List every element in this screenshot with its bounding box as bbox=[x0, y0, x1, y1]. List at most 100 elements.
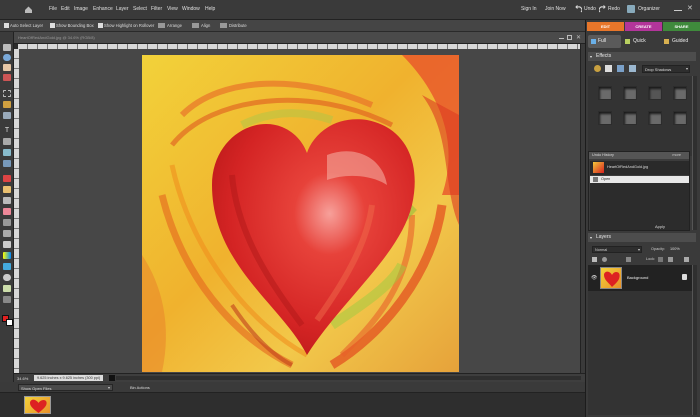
sign-in-link[interactable]: Sign In bbox=[521, 6, 537, 12]
distribute-button[interactable]: Distribute bbox=[220, 23, 247, 28]
layers-scrollbar[interactable] bbox=[692, 265, 697, 415]
menu-file[interactable]: File bbox=[49, 6, 57, 12]
minimize-document-icon[interactable] bbox=[559, 36, 564, 39]
zoom-tool-icon[interactable] bbox=[3, 54, 11, 61]
undo-icon[interactable] bbox=[575, 5, 582, 13]
organizer-icon[interactable] bbox=[627, 5, 635, 13]
paint-bucket-tool-icon[interactable] bbox=[3, 241, 11, 248]
effect-thumbnail[interactable] bbox=[673, 111, 687, 125]
menu-image[interactable]: Image bbox=[74, 6, 88, 12]
close-document-icon[interactable]: ✕ bbox=[576, 34, 581, 41]
effect-thumbnail[interactable] bbox=[598, 86, 612, 100]
guided-edit-tab[interactable]: Guided bbox=[662, 35, 698, 48]
menu-layer[interactable]: Layer bbox=[116, 6, 129, 12]
undo-history-more[interactable]: more bbox=[672, 153, 681, 157]
gradient-tool-icon[interactable] bbox=[3, 252, 11, 259]
new-layer-icon[interactable] bbox=[592, 257, 597, 262]
zoom-value[interactable]: 34.6% bbox=[17, 376, 28, 381]
restore-document-icon[interactable] bbox=[567, 35, 572, 40]
menu-filter[interactable]: Filter bbox=[151, 6, 162, 12]
effect-thumbnail[interactable] bbox=[623, 111, 637, 125]
close-icon[interactable]: ✕ bbox=[687, 4, 693, 12]
effect-thumbnail[interactable] bbox=[623, 86, 637, 100]
shape-tool-icon[interactable] bbox=[3, 263, 11, 270]
minimize-icon[interactable] bbox=[674, 5, 682, 11]
layer-row-background[interactable]: 👁 Background bbox=[588, 265, 692, 291]
quick-selection-tool-icon[interactable] bbox=[3, 112, 11, 119]
eraser-tool-icon[interactable] bbox=[3, 208, 11, 215]
background-color-swatch[interactable] bbox=[6, 319, 13, 326]
photo-effects-icon[interactable] bbox=[617, 65, 624, 72]
lasso-tool-icon[interactable] bbox=[3, 101, 11, 108]
history-item[interactable]: Open bbox=[590, 176, 689, 183]
bin-actions-button[interactable]: Bin Actions bbox=[130, 385, 150, 390]
cookie-cutter-tool-icon[interactable] bbox=[3, 149, 11, 156]
menu-edit[interactable]: Edit bbox=[61, 6, 70, 12]
effects-scrollbar[interactable] bbox=[692, 76, 697, 230]
redo-label[interactable]: Redo bbox=[608, 6, 620, 12]
clone-stamp-tool-icon[interactable] bbox=[3, 197, 11, 204]
bin-thumbnail[interactable] bbox=[24, 396, 51, 414]
history-item[interactable]: HeartOfRedAndGold.jpg bbox=[590, 161, 689, 175]
adjustment-layer-icon[interactable] bbox=[602, 257, 607, 262]
effect-thumbnail[interactable] bbox=[673, 86, 687, 100]
link-icon[interactable] bbox=[626, 257, 631, 262]
healing-brush-tool-icon[interactable] bbox=[3, 186, 11, 193]
pencil-tool-icon[interactable] bbox=[3, 296, 11, 303]
smart-brush-tool-icon[interactable] bbox=[3, 230, 11, 237]
effects-panel-header[interactable]: ▾ Effects bbox=[588, 52, 696, 61]
straighten-tool-icon[interactable] bbox=[3, 160, 11, 167]
type-tool-icon[interactable]: T bbox=[3, 127, 11, 134]
hand-tool-icon[interactable] bbox=[3, 64, 11, 71]
create-mode-tab[interactable]: CREATE bbox=[625, 22, 662, 31]
canvas-scrollbar-h[interactable] bbox=[116, 376, 581, 380]
menu-select[interactable]: Select bbox=[133, 6, 147, 12]
opacity-input[interactable]: 100% bbox=[670, 247, 680, 251]
layer-styles-icon[interactable] bbox=[605, 65, 612, 72]
undo-label[interactable]: Undo bbox=[584, 6, 596, 12]
lock-transparency-icon[interactable] bbox=[658, 257, 663, 262]
move-tool-icon[interactable] bbox=[3, 44, 11, 51]
blur-tool-icon[interactable] bbox=[3, 274, 11, 281]
organizer-label[interactable]: Organizer bbox=[638, 6, 660, 12]
lock-all-icon[interactable] bbox=[668, 257, 673, 262]
marquee-tool-icon[interactable] bbox=[3, 90, 11, 97]
effects-category-dropdown[interactable]: Drop Shadows ▾ bbox=[642, 65, 690, 73]
highlight-checkbox[interactable]: Show Highlight on Rollover bbox=[98, 23, 154, 28]
eyedropper-tool-icon[interactable] bbox=[3, 74, 11, 81]
full-edit-tab[interactable]: Full bbox=[588, 35, 621, 48]
visibility-eye-icon[interactable]: 👁 bbox=[591, 275, 597, 281]
status-arrow-icon[interactable] bbox=[109, 375, 115, 381]
quick-edit-tab[interactable]: Quick bbox=[623, 35, 659, 48]
effect-thumbnail[interactable] bbox=[598, 111, 612, 125]
menu-enhance[interactable]: Enhance bbox=[93, 6, 113, 12]
undo-history-header[interactable]: Undo History more bbox=[589, 152, 689, 159]
effect-thumbnail[interactable] bbox=[648, 111, 662, 125]
bounding-box-checkbox[interactable]: Show Bounding Box bbox=[50, 23, 94, 28]
menu-window[interactable]: Window bbox=[182, 6, 200, 12]
redo-icon[interactable] bbox=[599, 5, 606, 13]
filters-icon[interactable] bbox=[594, 65, 601, 72]
auto-select-checkbox[interactable]: Auto Select Layer bbox=[4, 23, 43, 28]
menu-help[interactable]: Help bbox=[205, 6, 215, 12]
share-mode-tab[interactable]: SHARE bbox=[663, 22, 700, 31]
align-button[interactable]: Align bbox=[192, 23, 210, 28]
show-open-files-dropdown[interactable]: Show Open Files ▾ bbox=[18, 384, 113, 391]
edit-mode-tab[interactable]: EDIT bbox=[587, 22, 624, 31]
arrange-button[interactable]: Arrange bbox=[158, 23, 182, 28]
sponge-tool-icon[interactable] bbox=[3, 285, 11, 292]
brush-tool-icon[interactable] bbox=[3, 219, 11, 226]
menu-view[interactable]: View bbox=[167, 6, 178, 12]
document-tab-title[interactable]: HeartOfRedAndGold.jpg @ 34.6% (RGB/8) bbox=[18, 35, 95, 40]
layers-panel-header[interactable]: ▾ Layers bbox=[588, 233, 696, 242]
apply-button[interactable]: Apply bbox=[641, 222, 681, 231]
document-image[interactable] bbox=[142, 55, 459, 372]
red-eye-tool-icon[interactable] bbox=[3, 175, 11, 182]
crop-tool-icon[interactable] bbox=[3, 138, 11, 145]
join-now-link[interactable]: Join Now bbox=[545, 6, 566, 12]
delete-layer-icon[interactable] bbox=[684, 257, 689, 262]
home-icon[interactable] bbox=[24, 5, 33, 14]
all-effects-icon[interactable] bbox=[629, 65, 636, 72]
blend-mode-dropdown[interactable]: Normal ▾ bbox=[592, 246, 642, 253]
effect-thumbnail[interactable] bbox=[648, 86, 662, 100]
